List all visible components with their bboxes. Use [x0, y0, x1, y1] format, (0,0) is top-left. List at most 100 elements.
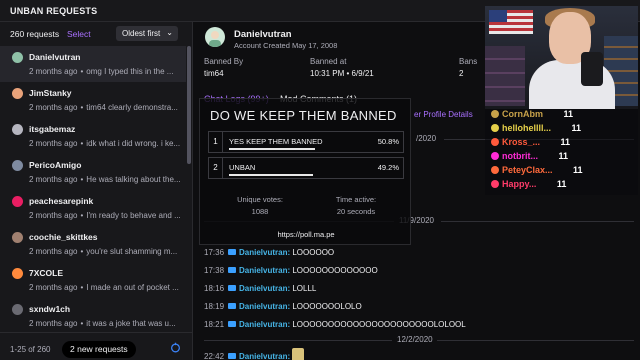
list-item[interactable]: JimStanky 2 months ago • tim64 clearly dem… [0, 82, 186, 118]
user-badge-icon [491, 138, 499, 146]
list-item[interactable]: itsgabemaz 2 months ago • idk what i did w… [0, 118, 186, 154]
item-snippet: 2 months ago • I'm ready to behave and ... [29, 211, 181, 220]
item-snippet: 2 months ago • you're slut shamming m... [29, 247, 178, 256]
request-list-panel: 260 requests Select Oldest first ⌄ Danie… [0, 22, 193, 360]
banned-by: Banned By tim64 [204, 57, 244, 78]
stream-chat-entry: PeteyClax... 11 [491, 165, 583, 175]
item-username: peachesarepink [29, 196, 94, 206]
request-list-header: 260 requests Select Oldest first ⌄ [0, 22, 193, 44]
stream-chat-name: CornAbm [502, 109, 543, 119]
user-badge-icon [491, 166, 499, 174]
user-badge-icon [491, 124, 499, 132]
poll-title: DO WE KEEP THEM BANNED [210, 108, 397, 123]
item-snippet: 2 months ago • it was a joke that was u... [29, 319, 176, 328]
stream-chat-name: Happy... [502, 179, 537, 189]
crown-badge-icon [228, 285, 236, 291]
item-username: sxndw1ch [29, 304, 71, 314]
sort-dropdown[interactable]: Oldest first ⌄ [116, 26, 178, 41]
chevron-down-icon: ⌄ [166, 28, 173, 37]
chat-message: 18:19 Danielvutran: LOOOOOOOLOLO [204, 302, 362, 311]
user-badge-icon [491, 152, 499, 160]
poll-option-bar [229, 148, 315, 150]
stream-chat-name: Kross_... [502, 137, 541, 147]
user-badge-icon [491, 180, 499, 188]
list-footer: 1-25 of 260 2 new requests [0, 332, 193, 360]
item-username: coochie_skittkes [29, 232, 98, 242]
crown-badge-icon [228, 267, 236, 273]
avatar [12, 304, 23, 315]
request-count: 260 requests [10, 29, 60, 39]
chat-message: 17:38 Danielvutran: LOOOOOOOOOOOOO [204, 266, 378, 275]
list-item[interactable]: peachesarepink 2 months ago • I'm ready to… [0, 190, 186, 226]
stream-chat-name: PeteyClax... [502, 165, 553, 175]
list-item[interactable]: Danielvutran 2 months ago • omg I typed th… [0, 46, 186, 82]
stream-chat-name: hellohellll... [502, 123, 552, 133]
user-name: Danielvutran [234, 29, 292, 40]
select-link[interactable]: Select [67, 29, 91, 39]
stream-chat-overlay: CornAbm 11 hellohellll... 11 Kross_... 11 n… [485, 109, 638, 195]
item-username: itsgabemaz [29, 124, 76, 134]
item-username: 7XCOLE [29, 268, 64, 278]
flag-image [489, 10, 533, 34]
item-username: JimStanky [29, 88, 72, 98]
crown-badge-icon [228, 353, 236, 359]
poll-option: 2 UNBAN 49.2% [208, 157, 404, 179]
stream-chat-entry: Kross_... 11 [491, 137, 570, 147]
avatar [12, 52, 23, 63]
avatar [12, 88, 23, 99]
chat-message: 22:42 Danielvutran: [204, 348, 305, 360]
avatar [12, 160, 23, 171]
poll-overlay: DO WE KEEP THEM BANNED 1 YES KEEP THEM B… [199, 98, 411, 245]
date-separator: /2020 [416, 134, 437, 143]
crown-badge-icon [228, 303, 236, 309]
list-scrollbar[interactable] [187, 46, 191, 164]
list-item[interactable]: 7XCOLE 2 months ago • I made an out of poc… [0, 262, 186, 298]
bans-count: Bans 2 [459, 57, 478, 78]
chat-message: 18:21 Danielvutran: LOOOOOOOOOOOOOOOOOOOO… [204, 320, 466, 329]
emote-icon [292, 348, 305, 360]
item-snippet: 2 months ago • omg I typed this in the ... [29, 67, 174, 76]
stream-chat-name: notbrit... [502, 151, 538, 161]
crown-badge-icon [228, 321, 236, 327]
webcam-feed [485, 6, 638, 109]
banned-at: Banned at 10:31 PM • 6/9/21 [310, 57, 374, 78]
item-snippet: 2 months ago • I made an out of pocket ... [29, 283, 179, 292]
avatar [12, 124, 23, 135]
avatar [205, 27, 225, 47]
date-separator: 12/2/2020 [397, 335, 433, 344]
user-badge-icon [491, 110, 499, 118]
item-username: Danielvutran [29, 52, 81, 62]
page-title: UNBAN REQUESTS [10, 6, 98, 16]
request-list: Danielvutran 2 months ago • omg I typed th… [0, 46, 187, 332]
avatar [12, 232, 23, 243]
refresh-icon[interactable] [170, 342, 181, 353]
poll-url: https://poll.ma.pe [277, 230, 335, 239]
poll-time: Time active: 20 seconds [335, 195, 377, 216]
poll-votes: Unique votes: 1088 [237, 195, 283, 216]
item-snippet: 2 months ago • tim64 clearly demonstra... [29, 103, 178, 112]
list-item[interactable]: coochie_skittkes 2 months ago • you're slu… [0, 226, 186, 262]
sort-label: Oldest first [122, 29, 161, 38]
divider [437, 340, 634, 341]
avatar [12, 196, 23, 207]
item-username: PericoAmigo [29, 160, 82, 170]
account-created: Account Created May 17, 2008 [234, 41, 338, 50]
poll-option: 1 YES KEEP THEM BANNED 50.8% [208, 131, 404, 153]
stream-chat-entry: notbrit... 11 [491, 151, 568, 161]
item-snippet: 2 months ago • He was talking about the... [29, 175, 181, 184]
crown-badge-icon [228, 249, 236, 255]
microphone-icon [581, 52, 603, 86]
avatar [12, 268, 23, 279]
list-item[interactable]: sxndw1ch 2 months ago • it was a joke that… [0, 298, 186, 332]
item-snippet: 2 months ago • idk what i did wrong. i ke.… [29, 139, 181, 148]
new-requests-button[interactable]: 2 new requests [62, 341, 136, 358]
chat-message: 17:36 Danielvutran: LOOOOOO [204, 248, 335, 257]
stream-chat-entry: hellohellll... 11 [491, 123, 581, 133]
stream-chat-entry: Happy... 11 [491, 179, 566, 189]
chat-message: 18:16 Danielvutran: LOLLL [204, 284, 317, 293]
list-item[interactable]: PericoAmigo 2 months ago • He was talking … [0, 154, 186, 190]
divider [441, 221, 634, 222]
stream-chat-entry: CornAbm 11 [491, 109, 573, 119]
profile-details-link[interactable]: er Profile Details [414, 110, 473, 119]
page-range: 1-25 of 260 [10, 345, 51, 354]
